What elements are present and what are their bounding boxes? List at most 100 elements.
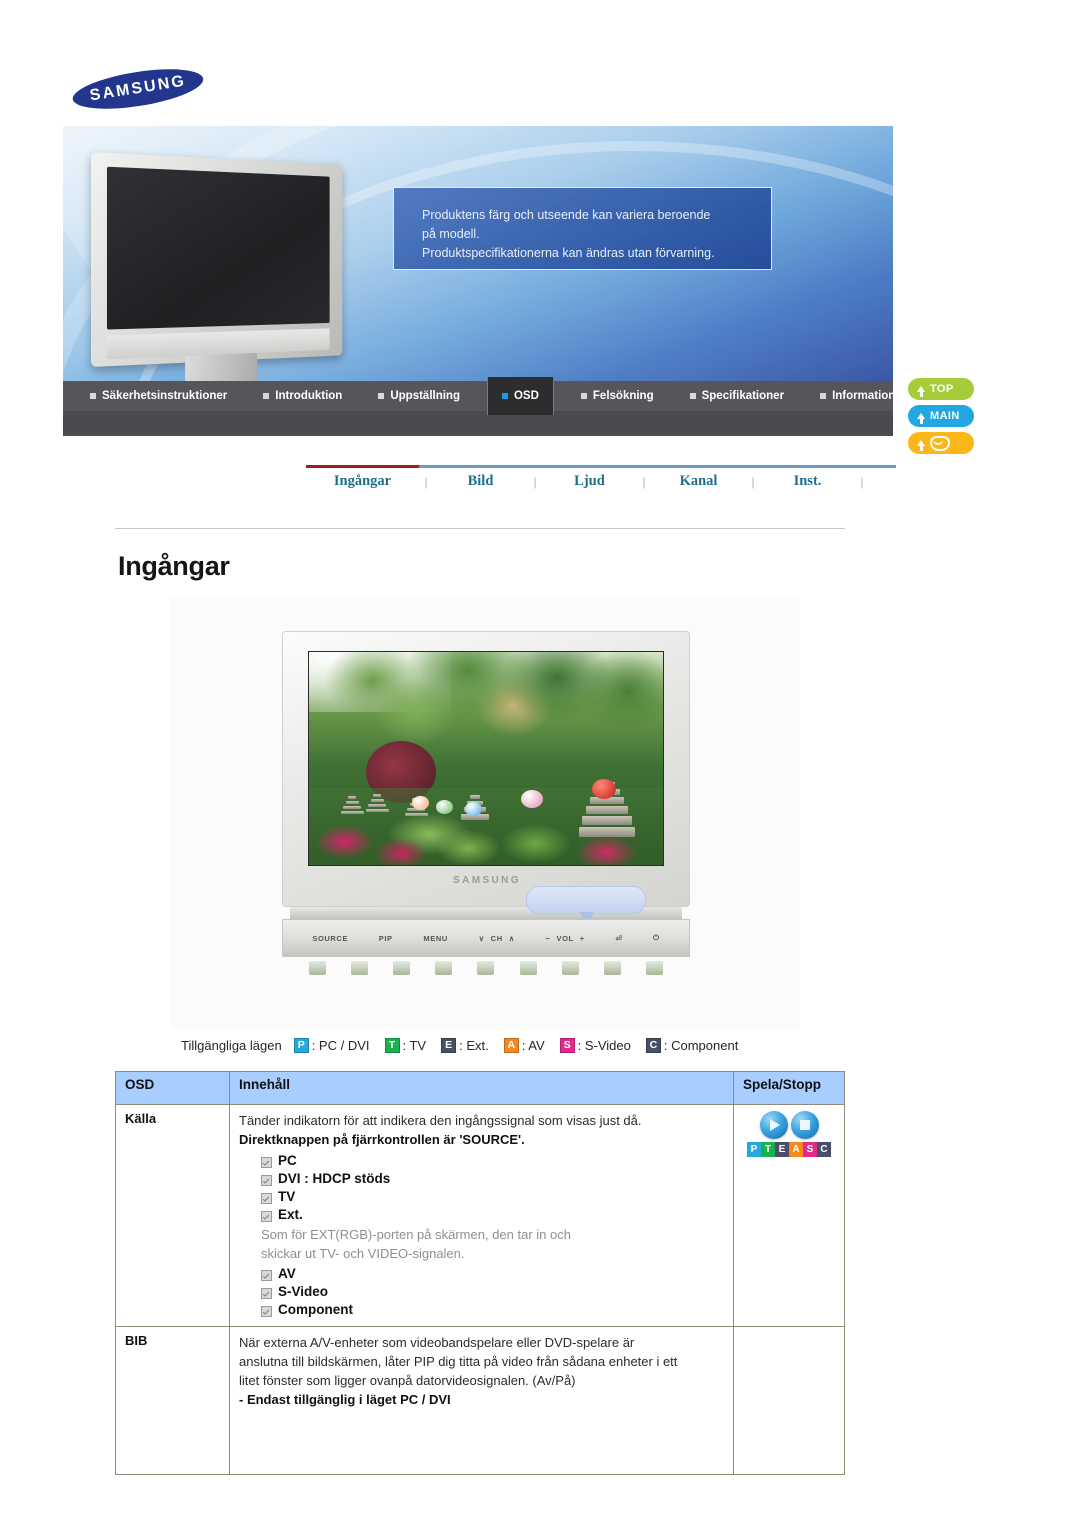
stop-icon[interactable] [790, 1111, 819, 1139]
hero-monitor-bezel [91, 152, 343, 367]
mail-button[interactable] [908, 432, 974, 454]
row-kalla-play: P T E A S C [733, 1104, 845, 1327]
row-kalla-name: Källa [115, 1104, 230, 1327]
available-modes-legend: Tillgängliga lägen P : PC / DVI T : TV E… [181, 1038, 747, 1053]
tv-connector-row [282, 961, 690, 975]
control-pip-label[interactable]: PIP [379, 934, 393, 943]
table-header: OSD Innehåll Spela/Stopp [115, 1071, 845, 1105]
nav-item-specifikationer[interactable]: Specifikationer [681, 381, 793, 411]
nav-label: Uppställning [390, 390, 460, 402]
tab-separator: | [751, 474, 755, 489]
list-item: PC [261, 1153, 724, 1168]
screen-pagoda-small-1 [340, 796, 364, 816]
tv-control-panel: SOURCE PIP MENU ∨ CH ∧ − VOL + ⏎ ⏻ [282, 919, 690, 957]
control-menu-label[interactable]: MENU [423, 934, 447, 943]
tv-screen-image [308, 651, 664, 866]
kalla-bullet-list-before: PC DVI : HDCP stöds TV Ext. [239, 1153, 724, 1222]
control-channel-group[interactable]: ∨ CH ∧ [479, 934, 515, 943]
top-button[interactable]: TOP [908, 378, 974, 400]
badge-p-icon: P [293, 1038, 309, 1053]
tab-ljud[interactable]: Ljud [542, 473, 637, 490]
hero-banner: Produktens färg och utseende kan variera… [63, 126, 893, 381]
table-body: Källa Tänder indikatorn för att indikera… [115, 1104, 845, 1475]
tab-ingangar[interactable]: Ingångar [306, 473, 419, 490]
arrow-up-icon [917, 440, 925, 451]
nav-label: Information [832, 390, 896, 402]
connector-port [308, 961, 326, 975]
connector-port [350, 961, 368, 975]
mode-av-label: : AV [521, 1038, 545, 1053]
list-item: DVI : HDCP stöds [261, 1171, 724, 1186]
kalla-intro-text: Tänder indikatorn för att indikera den i… [239, 1113, 642, 1128]
kalla-gray-note-2: skickar ut TV- och VIDEO-signalen. [261, 1246, 465, 1261]
mode-component: C : Component [645, 1038, 738, 1053]
row-bib-play [733, 1326, 845, 1475]
nav-item-introduktion[interactable]: Introduktion [254, 381, 351, 411]
navbar-shadow [63, 411, 893, 436]
control-volume-group[interactable]: − VOL + [546, 934, 585, 943]
control-vol-label: VOL [556, 933, 574, 943]
bullet-square-icon [90, 393, 96, 399]
tab-inst[interactable]: Inst. [760, 473, 855, 490]
connector-port [435, 961, 453, 975]
chevron-up-icon[interactable]: ∧ [509, 934, 515, 943]
badge-a-icon: A [789, 1142, 803, 1157]
bib-line-3: litet fönster som ligger ovanpå datorvid… [239, 1373, 576, 1388]
checkbox-bullet-icon [261, 1306, 272, 1317]
samsung-logo: SAMSUNG [70, 61, 206, 117]
nav-item-felsokning[interactable]: Felsökning [572, 381, 663, 411]
hero-monitor-screen [106, 166, 330, 330]
list-item: TV [261, 1189, 724, 1204]
tab-bild[interactable]: Bild [433, 473, 528, 490]
badge-t-icon: T [384, 1038, 400, 1053]
list-item: S-Video [261, 1284, 724, 1299]
screen-lantern-blue [464, 802, 482, 817]
bullet-label: S-Video [278, 1284, 329, 1299]
nav-item-osd[interactable]: OSD [486, 377, 554, 415]
nav-item-information[interactable]: Information [811, 381, 904, 411]
bullet-label: TV [278, 1189, 296, 1204]
main-button-label: MAIN [930, 410, 960, 422]
main-navigation: Säkerhetsinstruktioner Introduktion Upps… [63, 377, 895, 415]
tv-bezel: SAMSUNG [282, 631, 690, 907]
hero-notice-box: Produktens färg och utseende kan variera… [393, 187, 772, 270]
control-source-label[interactable]: SOURCE [312, 934, 348, 943]
connector-port [519, 961, 537, 975]
nav-item-sakerhetsinstruktioner[interactable]: Säkerhetsinstruktioner [81, 381, 236, 411]
plus-icon[interactable]: + [580, 934, 585, 943]
main-button[interactable]: MAIN [908, 405, 974, 427]
page-title: Ingångar [118, 551, 230, 581]
mode-tv-label: : TV [402, 1038, 427, 1053]
power-icon[interactable]: ⏻ [653, 933, 660, 943]
checkbox-bullet-icon [261, 1270, 272, 1281]
minus-icon[interactable]: − [546, 934, 551, 943]
tab-kanal[interactable]: Kanal [651, 473, 746, 490]
header-osd: OSD [115, 1071, 230, 1105]
header-innehall: Innehåll [229, 1071, 734, 1105]
row-bib-content: När externa A/V-enheter som videobandspe… [229, 1326, 734, 1475]
hero-monitor-neck [185, 352, 258, 381]
checkbox-bullet-icon [261, 1175, 272, 1186]
chevron-down-icon[interactable]: ∨ [479, 934, 485, 943]
screen-tree-canopy [309, 652, 663, 785]
bullet-square-icon [263, 393, 270, 399]
checkbox-bullet-icon [261, 1193, 272, 1204]
control-ch-label: CH [490, 933, 503, 943]
connector-port [561, 961, 579, 975]
bullet-label: PC [278, 1153, 297, 1168]
nav-item-uppstallning[interactable]: Uppställning [369, 381, 469, 411]
checkbox-bullet-icon [261, 1211, 272, 1222]
tv-illustration: SAMSUNG SOURCE PIP MENU ∨ CH ∧ − VOL + ⏎… [282, 631, 690, 975]
play-stop-buttons [743, 1111, 835, 1139]
table-header-row: OSD Innehåll Spela/Stopp [115, 1071, 845, 1105]
tv-callout-bubble [526, 886, 646, 914]
hero-monitor-image [91, 152, 364, 381]
play-icon[interactable] [759, 1111, 788, 1139]
badge-s-icon: S [803, 1142, 817, 1157]
sub-tab-row: Ingångar | Bild | Ljud | Kanal | Inst. | [306, 473, 896, 490]
nav-label: OSD [513, 390, 539, 402]
tab-separator: | [533, 474, 537, 489]
bullet-label: Ext. [278, 1207, 303, 1222]
screen-pagoda-small-2 [365, 793, 389, 814]
enter-icon[interactable]: ⏎ [615, 934, 622, 943]
